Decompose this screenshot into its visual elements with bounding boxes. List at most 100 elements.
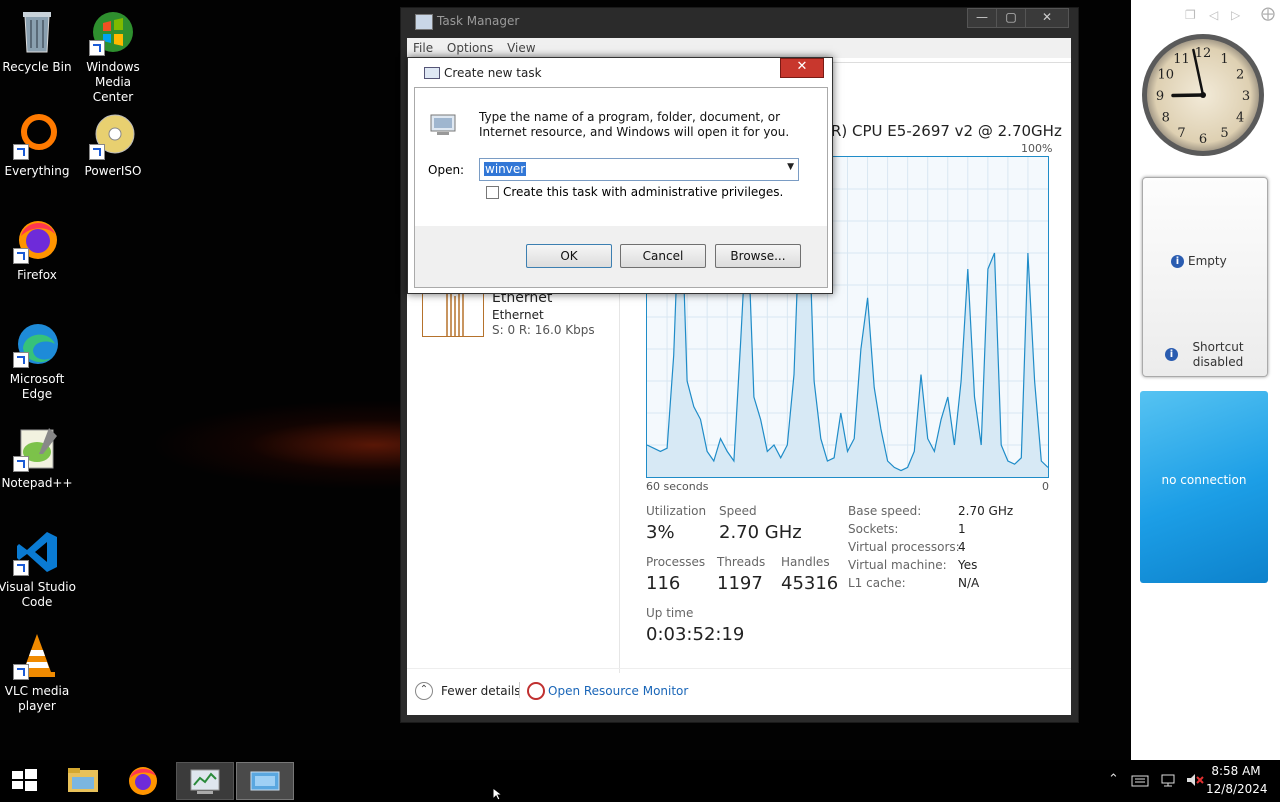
no-connection-text: no connection [1161,473,1247,487]
chevron-up-icon[interactable]: ⌃ [1108,772,1119,787]
previous-icon[interactable]: ◁ [1209,8,1218,22]
open-input[interactable]: winver [484,162,527,176]
task-manager-titlebar[interactable]: Task Manager — ▢ ✕ [401,8,1078,34]
menu-file[interactable]: File [413,41,433,55]
open-label: Open: [428,163,465,177]
network-icon[interactable] [1160,773,1178,791]
taskbar-firefox[interactable] [116,762,172,798]
create-new-task-dialog[interactable]: Create new task ✕ Type the name of a pro… [407,57,833,294]
mouse-cursor-icon [492,787,504,801]
clock-gadget[interactable]: 12 1 2 3 4 5 6 7 8 9 10 11 [1140,32,1266,158]
desktop-icon-vscode[interactable]: Visual Studio Code [0,528,77,610]
clock-number: 6 [1199,132,1207,147]
desktop-icon-label: Microsoft Edge [9,372,65,401]
taskbar-file-explorer[interactable] [56,762,112,798]
chevron-down-icon[interactable]: ▼ [787,162,794,172]
edge-icon [13,320,61,368]
desktop-icon-edge[interactable]: Microsoft Edge [0,320,77,402]
desktop-icon-label: VLC media player [4,684,70,713]
minimize-button[interactable]: — [967,8,997,28]
clock-number: 4 [1236,111,1244,126]
firefox-icon [13,216,61,264]
desktop-icon-label: Notepad++ [1,476,73,490]
clock-number: 11 [1173,52,1190,67]
desktop-icon-label: Everything [4,164,70,178]
task-manager-icon [415,14,433,30]
desktop-icon-firefox[interactable]: Firefox [0,216,77,283]
detail-value: 2.70 GHz [958,504,1014,518]
dialog-body: Type the name of a program, folder, docu… [414,87,828,288]
dialog-close-button[interactable]: ✕ [780,58,824,78]
fewer-details-link[interactable]: Fewer details [441,684,521,698]
desktop-icon-poweriso[interactable]: PowerISO [73,112,153,179]
ethernet-thumbnail[interactable] [422,291,484,337]
add-gadget-icon[interactable]: ⨁ [1261,6,1275,22]
detail-value: 1 [958,522,966,536]
start-button[interactable] [0,762,56,798]
detail-key: Virtual machine: [848,558,947,572]
task-manager-icon [190,769,220,794]
taskbar-time[interactable]: 8:58 AM [1206,764,1266,778]
detail-value: N/A [958,576,980,590]
dialog-description: Type the name of a program, folder, docu… [479,110,790,139]
file-explorer-icon [68,768,98,792]
clock-number: 2 [1236,68,1244,83]
feed-gadget[interactable]: i Empty i Shortcut disabled [1142,177,1268,377]
taskbar-date[interactable]: 12/8/2024 [1206,782,1268,796]
desktop-icon-notepadpp[interactable]: Notepad++ [0,424,77,491]
menu-options[interactable]: Options [447,41,493,55]
clock-face: 12 12 3 45678 9 1011 [1142,34,1264,156]
gadget-shortcut-text: Shortcut disabled [1192,340,1244,369]
utilization-label: Utilization [646,504,707,518]
start-icon [12,769,37,791]
clock-number: 3 [1242,89,1250,104]
admin-checkbox[interactable] [486,186,499,199]
dialog-content-area [415,88,827,226]
maximize-button[interactable]: ▢ [996,8,1026,28]
handles-value: 45316 [781,573,839,594]
resource-monitor-icon [527,682,545,700]
open-combobox[interactable]: winver ▼ [479,158,799,181]
graph-min-label: 0 [1042,480,1049,493]
uptime-value: 0:03:52:19 [646,624,745,645]
desktop-icon-vlc[interactable]: VLC media player [0,632,77,714]
weather-gadget[interactable]: no connection [1140,391,1268,583]
info-icon: i [1165,348,1178,361]
vscode-icon [13,528,61,576]
gadget-sidebar: ❐ ◁ ▷ ⨁ 12 1 2 3 4 5 6 7 8 9 10 11 i Empty i Shortc… [1131,0,1280,760]
notepadpp-icon [13,424,61,472]
graph-time-label: 60 seconds [646,480,709,493]
desktop: Recycle Bin Windows Media Center Everyth… [0,0,1131,760]
utilization-value: 3% [646,522,675,543]
desktop-icon-windows-media-center[interactable]: Windows Media Center [73,8,153,105]
menu-view[interactable]: View [507,41,535,55]
browse-button[interactable]: Browse... [715,244,801,268]
cancel-button[interactable]: Cancel [620,244,706,268]
everything-icon [13,112,61,160]
firefox-icon [129,767,157,795]
gadget-toggle-icon[interactable]: ❐ [1185,8,1196,22]
desktop-icon-recycle-bin[interactable]: Recycle Bin [0,8,77,75]
dialog-titlebar[interactable]: Create new task ✕ [408,58,832,86]
desktop-icon-everything[interactable]: Everything [0,112,77,179]
taskbar-run-dialog[interactable] [236,762,294,800]
ok-button[interactable]: OK [526,244,612,268]
admin-checkbox-label[interactable]: Create this task with administrative pri… [503,185,783,199]
next-icon[interactable]: ▷ [1231,8,1240,22]
chevron-up-icon[interactable]: ⌃ [415,682,433,700]
processes-label: Processes [646,555,706,569]
detail-key: Base speed: [848,504,922,518]
open-resource-monitor-link[interactable]: Open Resource Monitor [548,684,688,698]
run-program-icon [429,112,459,138]
clock-number: 9 [1156,89,1164,104]
volume-muted-icon[interactable] [1185,772,1205,792]
taskbar-task-manager[interactable] [176,762,234,800]
detail-key: Sockets: [848,522,899,536]
dialog-title: Create new task [444,66,542,80]
threads-label: Threads [717,555,766,569]
desktop-icon-label: Recycle Bin [2,60,72,74]
pane-divider [619,258,620,673]
keyboard-icon[interactable] [1131,773,1149,791]
handles-label: Handles [781,555,830,569]
close-button[interactable]: ✕ [1025,8,1069,28]
